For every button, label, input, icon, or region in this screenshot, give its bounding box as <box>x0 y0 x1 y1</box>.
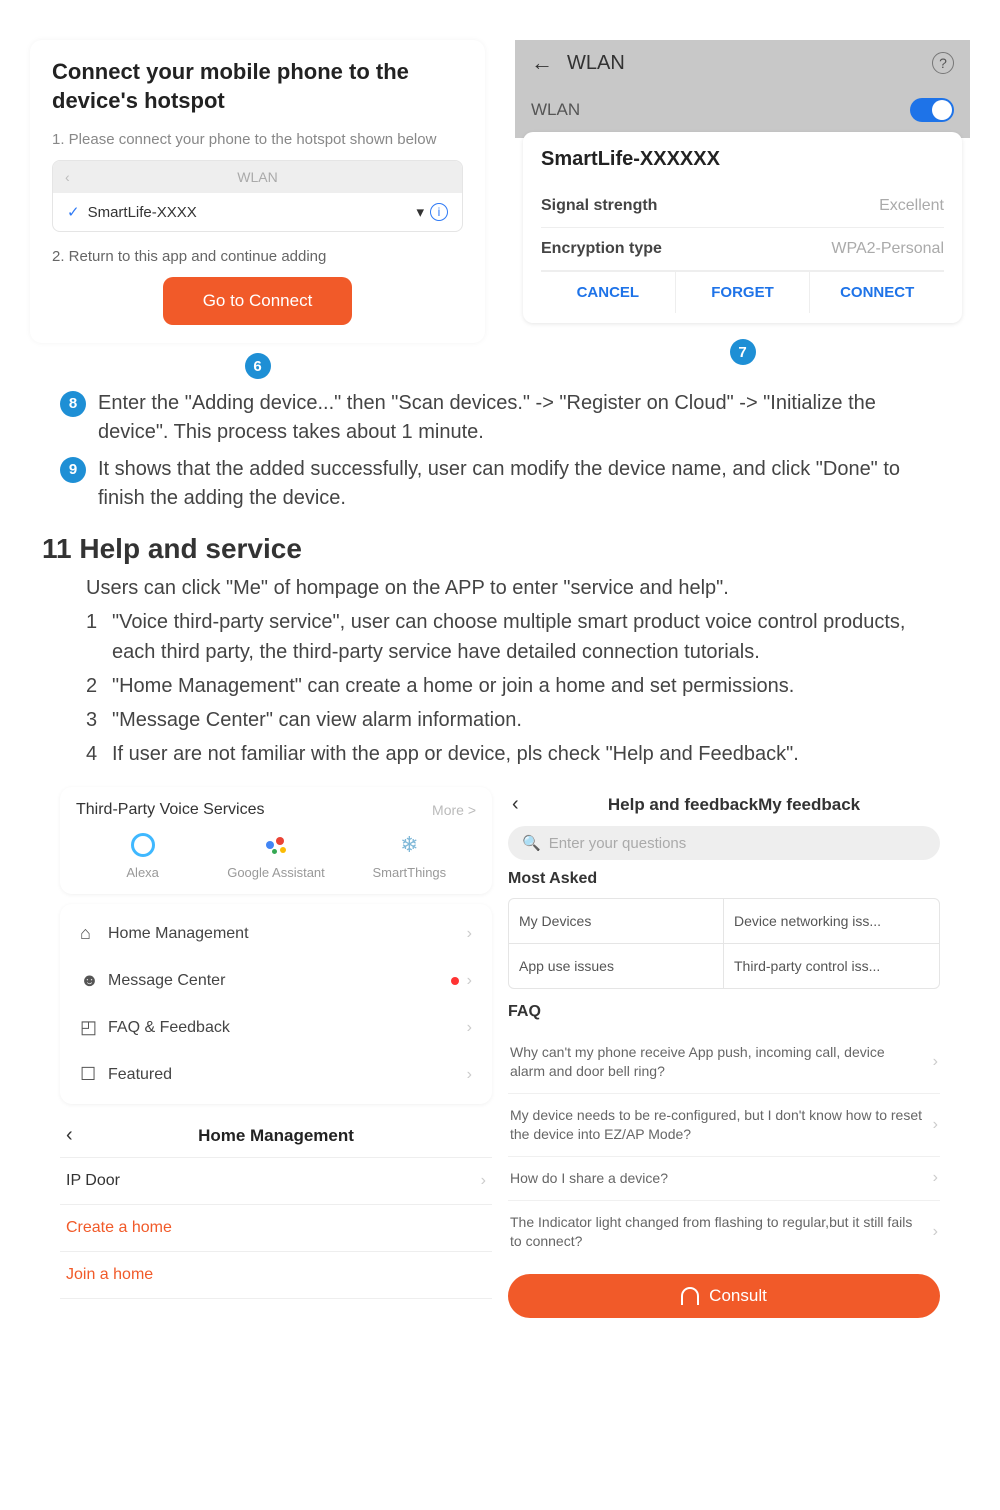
wifi-signal-icon: ▾ <box>416 203 424 221</box>
hotspot-step1: 1. Please connect your phone to the hots… <box>52 129 463 150</box>
wlan-toggle[interactable] <box>910 98 954 122</box>
smartthings-icon: ❄ <box>400 832 418 858</box>
back-icon[interactable]: ‹ <box>65 169 70 185</box>
faq-item-4[interactable]: The Indicator light changed from flashin… <box>508 1201 940 1263</box>
home-icon: ⌂ <box>80 923 108 944</box>
wlan-header-title: WLAN <box>567 52 932 75</box>
me-screen-column: Third-Party Voice Services More > Alexa <box>60 787 492 1318</box>
section-11-item-2: 2"Home Management" can create a home or … <box>86 671 940 701</box>
home-management-row[interactable]: ⌂ Home Management › <box>76 910 476 957</box>
tile-app-use-issues[interactable]: App use issues <box>509 944 724 988</box>
hotspot-title: Connect your mobile phone to the device'… <box>52 58 463 115</box>
faq-item-3[interactable]: How do I share a device?› <box>508 1157 940 1201</box>
service-google-assistant[interactable]: Google Assistant <box>209 831 342 880</box>
wifi-network-row[interactable]: ✓ SmartLife-XXXX ▾ i <box>53 193 462 231</box>
go-to-connect-button[interactable]: Go to Connect <box>163 277 353 325</box>
faq-search-input[interactable]: 🔍 Enter your questions <box>508 826 940 860</box>
wifi-header: ‹ WLAN <box>53 161 462 193</box>
chevron-right-icon: › <box>933 1223 938 1241</box>
section-11-item-3: 3"Message Center" can view alarm informa… <box>86 705 940 735</box>
faq-feedback-row[interactable]: ◰ FAQ & Feedback › <box>76 1004 476 1051</box>
headset-icon <box>681 1287 699 1305</box>
help-feedback-screen: ‹ Help and feedbackMy feedback 🔍 Enter y… <box>508 787 940 1318</box>
message-icon: ☻ <box>80 970 108 991</box>
wifi-ssid: SmartLife-XXXX <box>88 204 417 221</box>
wlan-settings-panel: ← WLAN ? WLAN SmartLife-XXXXXX Signal st… <box>515 40 970 379</box>
most-asked-heading: Most Asked <box>508 870 940 888</box>
help-feedback-title: Help and feedback <box>608 795 758 814</box>
signal-strength-row: Signal strength Excellent <box>541 185 944 228</box>
section-11-body: Users can click "Me" of hompage on the A… <box>86 573 940 769</box>
voice-services-title: Third-Party Voice Services <box>76 801 432 819</box>
section-11-intro: Users can click "Me" of hompage on the A… <box>86 573 940 603</box>
create-home-link[interactable]: Create a home <box>60 1204 492 1251</box>
chevron-right-icon: › <box>933 1169 938 1187</box>
message-center-row[interactable]: ☻ Message Center › <box>76 957 476 1004</box>
network-actions: CANCEL FORGET CONNECT <box>541 271 944 313</box>
encryption-type-row: Encryption type WPA2-Personal <box>541 228 944 271</box>
service-smartthings[interactable]: ❄ SmartThings <box>343 831 476 880</box>
network-detail-card: SmartLife-XXXXXX Signal strength Excelle… <box>523 132 962 323</box>
consult-button[interactable]: Consult <box>508 1274 940 1318</box>
tile-my-devices[interactable]: My Devices <box>509 899 724 944</box>
alexa-icon <box>131 833 155 857</box>
hotspot-step2: 2. Return to this app and continue addin… <box>52 246 463 267</box>
me-menu-card: ⌂ Home Management › ☻ Message Center › ◰… <box>60 904 492 1104</box>
chevron-right-icon: › <box>481 1172 486 1190</box>
join-home-link[interactable]: Join a home <box>60 1251 492 1299</box>
chevron-right-icon: › <box>467 1066 472 1084</box>
my-feedback-label: My feedback <box>758 795 860 814</box>
chevron-right-icon: › <box>467 972 472 990</box>
step-badge-8: 8 <box>60 391 86 417</box>
wlan-header-bar: ← WLAN ? <box>515 40 970 86</box>
check-icon: ✓ <box>67 203 80 221</box>
help-icon[interactable]: ? <box>932 52 954 74</box>
voice-services-more[interactable]: More > <box>432 802 476 818</box>
step-badge-9: 9 <box>60 457 86 483</box>
faq-item-1[interactable]: Why can't my phone receive App push, inc… <box>508 1031 940 1094</box>
faq-search-placeholder: Enter your questions <box>549 835 687 852</box>
wlan-toggle-row: WLAN <box>515 86 970 138</box>
wlan-toggle-label: WLAN <box>531 100 910 120</box>
instruction-step-8: 8 Enter the "Adding device..." then "Sca… <box>60 389 940 447</box>
search-icon: 🔍 <box>522 834 541 852</box>
chevron-right-icon: › <box>933 1116 938 1134</box>
chevron-right-icon: › <box>467 1019 472 1037</box>
home-row-ip-door[interactable]: IP Door › <box>60 1157 492 1204</box>
service-alexa[interactable]: Alexa <box>76 831 209 880</box>
tile-device-networking[interactable]: Device networking iss... <box>724 899 939 944</box>
step-badge-7: 7 <box>730 339 756 365</box>
chevron-right-icon: › <box>933 1053 938 1071</box>
back-icon[interactable]: ‹ <box>512 793 532 816</box>
book-icon: ◰ <box>80 1017 108 1038</box>
section-11-heading: 11 Help and service <box>42 533 970 565</box>
cancel-button[interactable]: CANCEL <box>541 272 676 313</box>
hotspot-connect-panel: Connect your mobile phone to the device'… <box>30 40 485 379</box>
featured-row[interactable]: ☐ Featured › <box>76 1051 476 1098</box>
faq-item-2[interactable]: My device needs to be re-configured, but… <box>508 1094 940 1157</box>
section-11-item-4: 4If user are not familiar with the app o… <box>86 739 940 769</box>
instruction-step-9: 9 It shows that the added successfully, … <box>60 455 940 513</box>
tile-third-party-control[interactable]: Third-party control iss... <box>724 944 939 988</box>
most-asked-grid: My Devices Device networking iss... App … <box>508 898 940 989</box>
voice-services-card: Third-Party Voice Services More > Alexa <box>60 787 492 894</box>
notification-dot-icon <box>451 977 459 985</box>
forget-button[interactable]: FORGET <box>676 272 811 313</box>
back-icon[interactable]: ‹ <box>66 1124 90 1147</box>
home-management-screen: ‹ Home Management IP Door › Create a hom… <box>60 1114 492 1299</box>
network-ssid: SmartLife-XXXXXX <box>541 148 944 171</box>
wifi-selector: ‹ WLAN ✓ SmartLife-XXXX ▾ i <box>52 160 463 232</box>
chevron-right-icon: › <box>467 925 472 943</box>
back-arrow-icon[interactable]: ← <box>531 50 553 76</box>
google-assistant-icon <box>264 833 288 857</box>
home-management-title: Home Management <box>90 1126 486 1146</box>
bookmark-icon: ☐ <box>80 1064 108 1085</box>
info-icon[interactable]: i <box>430 203 448 221</box>
section-11-item-1: 1"Voice third-party service", user can c… <box>86 607 940 667</box>
connect-button[interactable]: CONNECT <box>810 272 944 313</box>
faq-heading: FAQ <box>508 1003 940 1021</box>
step-badge-6: 6 <box>245 353 271 379</box>
